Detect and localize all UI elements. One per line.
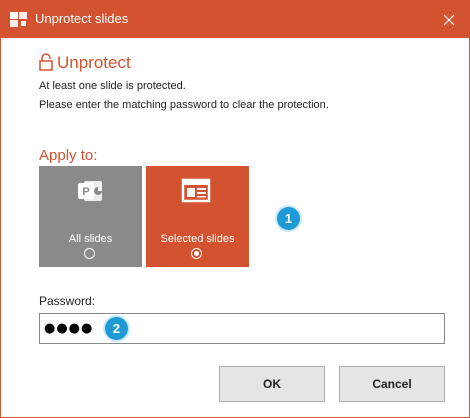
radio-all-slides[interactable] <box>84 248 95 259</box>
powerpoint-icon: P <box>78 181 102 201</box>
heading-text: Unprotect <box>57 53 131 72</box>
option-all-slides-label: All slides <box>68 233 113 245</box>
window-title: Unprotect slides <box>35 11 129 26</box>
password-label: Password: <box>39 294 96 308</box>
option-selected-slides[interactable]: Selected slides <box>146 166 249 267</box>
title-bar: Unprotect slides <box>1 1 469 38</box>
radio-selected-slides[interactable] <box>191 248 202 259</box>
svg-text:P: P <box>82 186 89 198</box>
callout-badge-2: 2 <box>105 317 128 340</box>
close-button[interactable] <box>429 1 469 38</box>
dialog-heading: Unprotect <box>39 53 131 73</box>
cancel-button[interactable]: Cancel <box>339 366 445 402</box>
slide-layout-icon <box>181 178 211 203</box>
apply-to-label: Apply to: <box>39 147 98 164</box>
info-line-1: At least one slide is protected. <box>39 80 186 92</box>
padlock-open-icon <box>39 53 53 71</box>
radio-selected-dot <box>194 251 199 256</box>
password-field[interactable] <box>39 313 445 344</box>
close-icon <box>443 14 455 25</box>
ok-button[interactable]: OK <box>219 366 325 402</box>
unprotect-dialog: Unprotect slides Unprotect At least one … <box>0 0 470 418</box>
powerpoint-addin-icon <box>10 12 27 27</box>
callout-badge-1: 1 <box>277 207 300 230</box>
option-selected-slides-label: Selected slides <box>160 233 235 245</box>
info-line-2: Please enter the matching password to cl… <box>39 99 329 111</box>
option-all-slides[interactable]: P All slides <box>39 166 142 267</box>
